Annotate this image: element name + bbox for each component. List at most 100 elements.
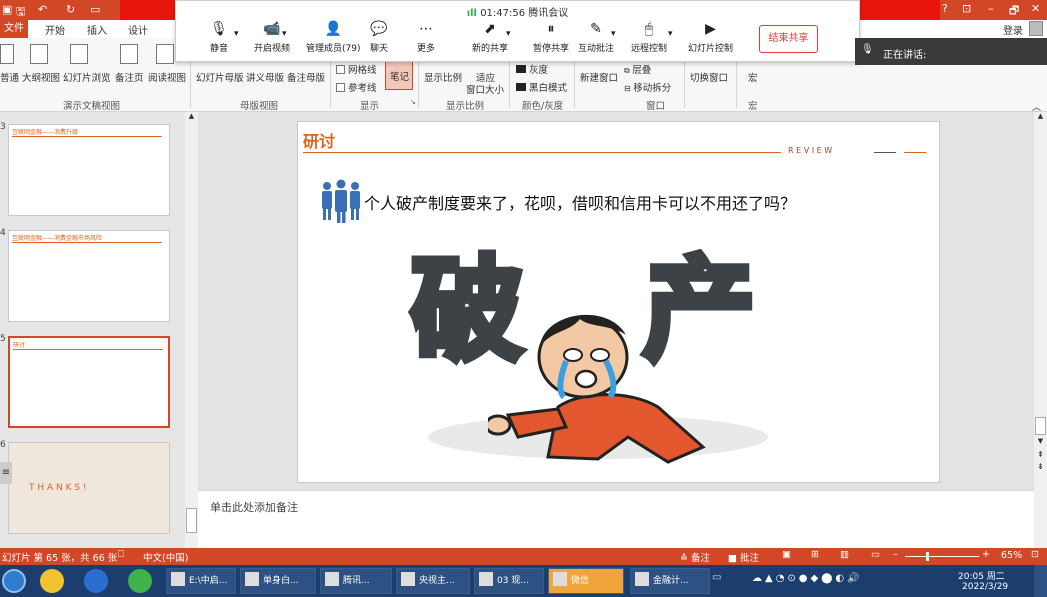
clock-date[interactable]: 2022/3/29: [962, 582, 1008, 592]
new-window-button[interactable]: 新建窗口: [580, 70, 618, 84]
browser-icon[interactable]: [128, 569, 152, 593]
move-split-button[interactable]: ⊟ 移动拆分: [624, 80, 671, 94]
undo-icon[interactable]: ↶: [38, 3, 47, 16]
slide-scrollbar[interactable]: ▲ ▼ ⇞ ⇟: [1034, 112, 1047, 548]
gridlines-checkbox[interactable]: 网格线: [336, 62, 377, 76]
chevron-down-icon[interactable]: ▾: [506, 29, 511, 39]
zoom-out-icon[interactable]: –: [893, 549, 898, 560]
handout-master-button[interactable]: 讲义母版: [246, 70, 284, 84]
slide-master-button[interactable]: 幻灯片母版: [196, 70, 244, 84]
grayscale-button[interactable]: 灰度: [516, 62, 548, 76]
switch-window-button[interactable]: 切换窗口: [690, 70, 728, 84]
clock-time[interactable]: 20:05 周二: [958, 569, 1005, 582]
normal-view-status-icon[interactable]: ▣: [782, 549, 791, 560]
zoom-in-icon[interactable]: +: [982, 549, 990, 560]
thumbnails-scrollbar[interactable]: ▲: [185, 112, 198, 548]
reading-view-icon[interactable]: [156, 44, 174, 64]
language-indicator[interactable]: 中文(中国): [143, 550, 188, 564]
taskbar-item[interactable]: 金融计...: [630, 568, 710, 594]
taskbar-item[interactable]: E:\中启...: [166, 568, 236, 594]
normal-view-icon[interactable]: [0, 44, 14, 64]
slide-sorter-icon[interactable]: [70, 44, 88, 64]
fit-slide-icon[interactable]: ⊡: [1031, 549, 1039, 560]
taskbar-item[interactable]: 腾讯...: [320, 568, 392, 594]
chevron-down-icon[interactable]: ▾: [668, 29, 673, 39]
side-panel-toggle-icon[interactable]: ≡: [0, 462, 12, 484]
slide-thumbnail[interactable]: 互联网金融——消费金融市场风险: [8, 230, 170, 322]
tab-design[interactable]: 设计: [128, 22, 148, 37]
slide-thumbnail[interactable]: T H A N K S !: [8, 442, 170, 534]
avatar[interactable]: [1029, 21, 1043, 36]
zoom-button[interactable]: 显示比例: [424, 70, 462, 84]
system-tray-icons[interactable]: ☁▲◔⊙●◆⬤◐🔊: [752, 573, 863, 584]
dialog-launcher-icon[interactable]: ↘: [410, 98, 416, 106]
presentation-start-icon[interactable]: ▭: [90, 3, 100, 16]
redo-icon[interactable]: ↻: [66, 3, 75, 16]
annotate-button[interactable]: ✎ 互动批注: [578, 21, 614, 54]
notes-pane[interactable]: 单击此处添加备注: [198, 490, 1034, 548]
outline-view-icon[interactable]: [30, 44, 48, 64]
chevron-down-icon[interactable]: ▾: [282, 29, 287, 39]
more-button[interactable]: ⋯ 更多: [416, 21, 436, 54]
cascade-button[interactable]: ⧉ 层叠: [624, 62, 651, 76]
scroll-thumb[interactable]: [1035, 417, 1046, 435]
zoom-level[interactable]: 65%: [1001, 550, 1022, 561]
minimize-button[interactable]: –: [988, 2, 994, 15]
black-white-button[interactable]: 黑白模式: [516, 80, 567, 94]
guides-checkbox[interactable]: 参考线: [336, 80, 377, 94]
tab-file[interactable]: 文件: [0, 20, 28, 38]
comments-status-button[interactable]: ■ 批注: [728, 550, 759, 564]
help-icon[interactable]: ?: [942, 2, 948, 15]
ribbon-display-icon[interactable]: ⊡: [962, 2, 971, 15]
close-button[interactable]: ✕: [1031, 2, 1040, 15]
reading-view-button[interactable]: 阅读视图: [148, 70, 186, 84]
normal-view-button[interactable]: 普通: [0, 70, 19, 84]
remote-control-button[interactable]: 🖱 远程控制: [631, 21, 667, 54]
new-share-button[interactable]: ⬈ 新的共享: [472, 21, 508, 54]
notes-page-button[interactable]: 备注页: [115, 70, 144, 84]
taskbar-item[interactable]: 微信: [548, 568, 624, 594]
chevron-down-icon[interactable]: ▾: [611, 29, 616, 39]
qq-game-icon[interactable]: [40, 569, 64, 593]
zoom-slider[interactable]: [905, 556, 979, 557]
chevron-down-icon[interactable]: ▾: [234, 29, 239, 39]
slide-thumbnail[interactable]: 研讨: [8, 336, 170, 428]
slide-sorter-button[interactable]: 幻灯片浏览: [63, 70, 111, 84]
mic-button[interactable]: 🎙 静音: [209, 21, 229, 54]
login-link[interactable]: 登录: [1003, 22, 1023, 37]
notes-toggle[interactable]: 笔记: [385, 60, 413, 90]
members-button[interactable]: 👤 管理成员(79): [306, 21, 360, 54]
notes-master-button[interactable]: 备注母版: [287, 70, 325, 84]
slide-control-button[interactable]: ▶ 幻灯片控制: [688, 21, 733, 54]
tray-show-desktop-icon[interactable]: ▭: [712, 572, 721, 583]
scroll-thumb[interactable]: [186, 508, 197, 533]
tab-insert[interactable]: 插入: [87, 22, 107, 37]
taskbar-item[interactable]: 央视主...: [396, 568, 470, 594]
notes-page-icon[interactable]: [120, 44, 138, 64]
next-slide-icon[interactable]: ⇟: [1035, 462, 1046, 472]
macros-button[interactable]: 宏: [748, 70, 758, 84]
bird-app-icon[interactable]: [84, 569, 108, 593]
zoom-slider-thumb[interactable]: [926, 552, 929, 561]
scroll-up-icon[interactable]: ▲: [186, 112, 197, 122]
show-desktop-button[interactable]: [1034, 565, 1047, 597]
taskbar-item[interactable]: 单身白...: [240, 568, 316, 594]
taskbar-item[interactable]: 03 现...: [474, 568, 544, 594]
outline-view-button[interactable]: 大纲视图: [22, 70, 60, 84]
notes-status-button[interactable]: ≙ 备注: [680, 550, 710, 564]
end-share-button[interactable]: 结束共享: [759, 25, 818, 53]
start-button[interactable]: [2, 569, 26, 593]
tab-home[interactable]: 开始: [45, 22, 65, 37]
slide[interactable]: 研讨 R E V I E W 个人破产制度要来了，花呗，借呗和信用卡可以不用还了…: [297, 121, 940, 483]
chat-button[interactable]: 💬 聊天: [369, 21, 389, 54]
spell-check-icon[interactable]: ⎕: [118, 549, 124, 560]
slide-sorter-status-icon[interactable]: ⊞: [811, 549, 819, 560]
previous-slide-icon[interactable]: ⇞: [1035, 450, 1046, 460]
maximize-button[interactable]: 🗗: [1009, 2, 1019, 21]
pause-share-button[interactable]: ⏸ 暂停共享: [533, 21, 569, 54]
scroll-down-icon[interactable]: ▼: [1035, 437, 1046, 447]
slide-thumbnail[interactable]: 互联网金融——消费升级: [8, 124, 170, 216]
scroll-up-icon[interactable]: ▲: [1035, 112, 1046, 122]
reading-view-status-icon[interactable]: ▥: [840, 549, 849, 560]
slideshow-status-icon[interactable]: ▭: [871, 549, 880, 560]
